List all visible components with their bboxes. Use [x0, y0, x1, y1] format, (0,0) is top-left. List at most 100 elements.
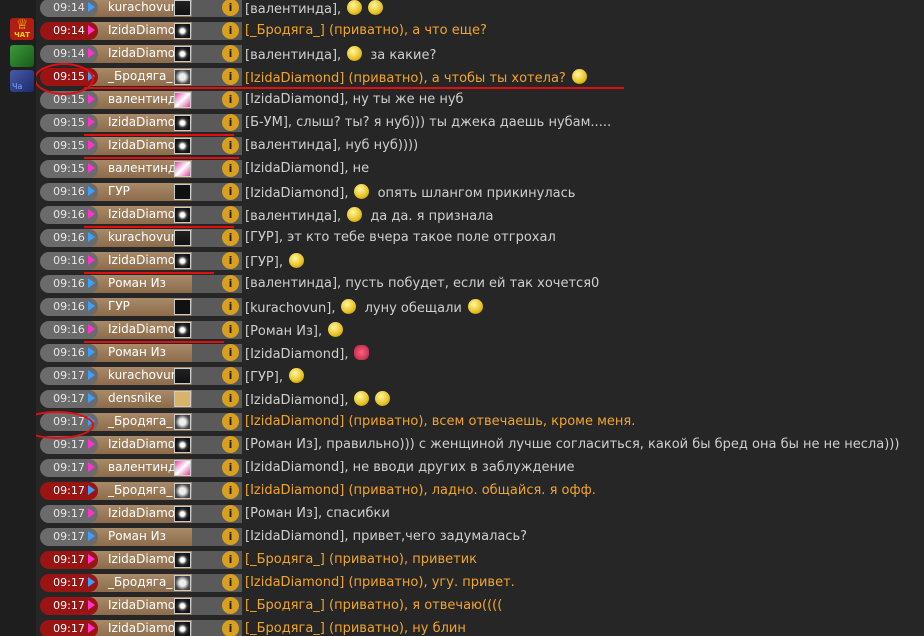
user-info-icon[interactable]: i — [222, 459, 239, 476]
private-arrow-icon[interactable] — [88, 209, 95, 219]
reply-arrow-icon[interactable] — [88, 232, 95, 242]
message-body: [IzidaDiamond], — [245, 186, 349, 201]
message-body: [IzidaDiamond] (приватно), ладно. общайс… — [245, 483, 596, 498]
reply-arrow-icon[interactable] — [88, 531, 95, 541]
message-text: [IzidaDiamond], привет,чего задумалась? — [245, 529, 527, 544]
username[interactable]: валентинда — [108, 92, 184, 106]
private-arrow-icon[interactable] — [88, 140, 95, 150]
username[interactable]: densnike — [108, 391, 162, 405]
chat-log[interactable]: 09:14 kurachovun i [валентинда], 09:14 IzidaD… — [36, 0, 924, 636]
private-arrow-icon[interactable] — [88, 623, 95, 633]
user-info-icon[interactable]: i — [222, 597, 239, 614]
username[interactable]: _Бродяга_ — [108, 414, 172, 428]
user-info-icon[interactable]: i — [222, 183, 239, 200]
user-info-icon[interactable]: i — [222, 22, 239, 39]
message-text: [IzidaDiamond], ну ты же не нуб — [245, 92, 464, 107]
user-info-icon[interactable]: i — [222, 505, 239, 522]
message-text: [ГУР], эт кто тебе вчера такое поле отгр… — [245, 230, 556, 245]
message-text: [IzidaDiamond] (приватно), угу. привет. — [245, 575, 515, 590]
reply-arrow-icon[interactable] — [88, 393, 95, 403]
reply-arrow-icon[interactable] — [88, 347, 95, 357]
private-arrow-icon[interactable] — [88, 600, 95, 610]
username[interactable]: Роман Из — [108, 276, 166, 290]
chat-message-row: 09:17 валентинда i [IzidaDiamond], не вводи… — [36, 457, 924, 478]
user-info-icon[interactable]: i — [222, 390, 239, 407]
message-body: [_Бродяга_] (приватно), приветик — [245, 552, 478, 567]
reply-arrow-icon[interactable] — [88, 485, 95, 495]
users-icon[interactable] — [10, 45, 34, 67]
username[interactable]: kurachovun — [108, 230, 178, 244]
user-info-icon[interactable]: i — [222, 436, 239, 453]
private-arrow-icon[interactable] — [88, 462, 95, 472]
user-info-icon[interactable]: i — [222, 551, 239, 568]
username[interactable]: _Бродяга_ — [108, 69, 172, 83]
user-info-icon[interactable]: i — [222, 229, 239, 246]
chat-message-row: 09:15 IzidaDiamond i [Б-УМ], слыш? ты? я ну… — [36, 112, 924, 133]
user-info-icon[interactable]: i — [222, 114, 239, 131]
chat-message-row: 09:14 kurachovun i [валентинда], — [36, 0, 924, 18]
message-text: [ГУР], — [245, 368, 304, 385]
private-arrow-icon[interactable] — [88, 255, 95, 265]
message-body: [валентинда], — [245, 209, 342, 224]
username[interactable]: _Бродяга_ — [108, 483, 172, 497]
private-arrow-icon[interactable] — [88, 94, 95, 104]
username[interactable]: валентинда — [108, 460, 184, 474]
private-arrow-icon[interactable] — [88, 508, 95, 518]
reply-arrow-icon[interactable] — [88, 278, 95, 288]
username[interactable]: валентинда — [108, 161, 184, 175]
username[interactable]: kurachovun — [108, 0, 178, 14]
reply-arrow-icon[interactable] — [88, 186, 95, 196]
chat-message-row: 09:16 IzidaDiamond i [ГУР], — [36, 250, 924, 271]
message-body-cont: да да. я признала — [366, 209, 494, 224]
avatar-icon — [174, 253, 191, 269]
avatar-icon — [174, 391, 191, 407]
username[interactable]: kurachovun — [108, 368, 178, 382]
user-info-icon[interactable]: i — [222, 298, 239, 315]
private-arrow-icon[interactable] — [88, 117, 95, 127]
user-info-icon[interactable]: i — [222, 91, 239, 108]
private-arrow-icon[interactable] — [88, 324, 95, 334]
user-info-icon[interactable]: i — [222, 620, 239, 636]
chat-message-row: 09:17 IzidaDiamond i [Роман Из], спасибки — [36, 503, 924, 524]
user-info-icon[interactable]: i — [222, 482, 239, 499]
user-info-icon[interactable]: i — [222, 367, 239, 384]
avatar-icon — [174, 92, 191, 108]
private-arrow-icon[interactable] — [88, 554, 95, 564]
reply-arrow-icon[interactable] — [88, 370, 95, 380]
user-info-icon[interactable]: i — [222, 528, 239, 545]
reply-arrow-icon[interactable] — [88, 301, 95, 311]
user-info-icon[interactable]: i — [222, 321, 239, 338]
username[interactable]: ГУР — [108, 184, 130, 198]
chat-message-row: 09:17 IzidaDiamond i [_Бродяга_] (приватно)… — [36, 549, 924, 570]
username[interactable]: _Бродяга_ — [108, 575, 172, 589]
user-info-icon[interactable]: i — [222, 206, 239, 223]
reply-arrow-icon[interactable] — [88, 577, 95, 587]
chat-tab-icon[interactable]: Ча — [10, 70, 34, 92]
message-text: [_Бродяга_] (приватно), ну блин — [245, 621, 466, 636]
user-info-icon[interactable]: i — [222, 45, 239, 62]
chat-message-row: 09:17 IzidaDiamond i [_Бродяга_] (приватно)… — [36, 618, 924, 636]
user-info-icon[interactable]: i — [222, 275, 239, 292]
chat-message-row: 09:15 валентинда i [IzidaDiamond], не — [36, 158, 924, 179]
user-info-icon[interactable]: i — [222, 413, 239, 430]
user-info-icon[interactable]: i — [222, 68, 239, 85]
username[interactable]: ГУР — [108, 299, 130, 313]
username[interactable]: Роман Из — [108, 529, 166, 543]
private-arrow-icon[interactable] — [88, 48, 95, 58]
reply-arrow-icon[interactable] — [88, 2, 95, 12]
chat-crown-icon[interactable]: ЧАТ — [10, 8, 34, 42]
username[interactable]: Роман Из — [108, 345, 166, 359]
avatar-icon — [174, 483, 191, 499]
user-info-icon[interactable]: i — [222, 344, 239, 361]
user-info-icon[interactable]: i — [222, 574, 239, 591]
private-arrow-icon[interactable] — [88, 25, 95, 35]
user-info-icon[interactable]: i — [222, 252, 239, 269]
private-arrow-icon[interactable] — [88, 163, 95, 173]
user-info-icon[interactable]: i — [222, 137, 239, 154]
private-arrow-icon[interactable] — [88, 439, 95, 449]
message-body: [kurachovun], — [245, 301, 336, 316]
user-info-icon[interactable]: i — [222, 160, 239, 177]
chat-message-row: 09:16 ГУР i [kurachovun], луну обещали — [36, 296, 924, 317]
message-text: [IzidaDiamond] (приватно), а чтобы ты хо… — [245, 69, 587, 86]
message-body: [ГУР], — [245, 370, 283, 385]
